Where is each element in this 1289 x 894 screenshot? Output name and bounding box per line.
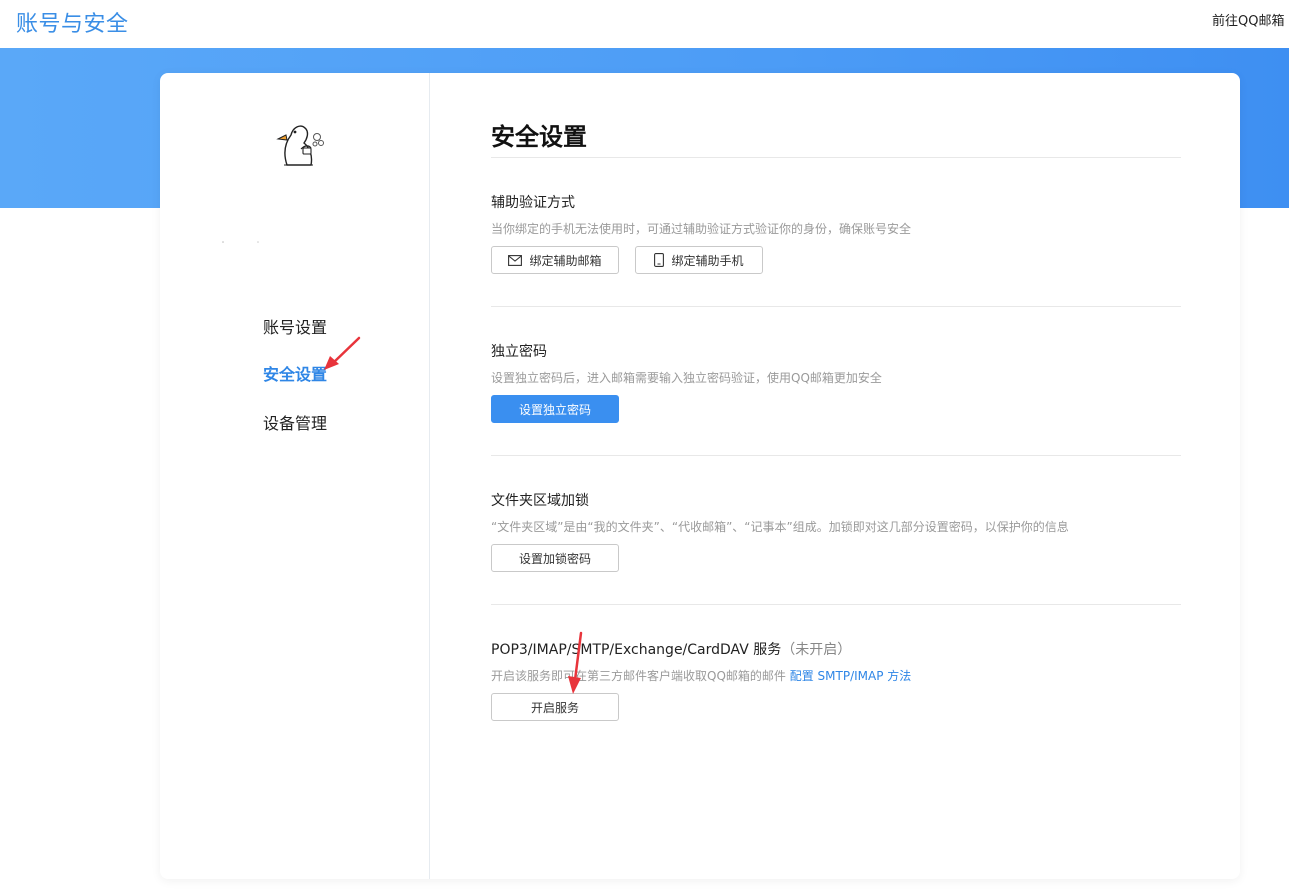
button-label: 设置独立密码 <box>518 402 591 417</box>
button-label: 开启服务 <box>530 700 579 715</box>
service-description: 开启该服务即可在第三方邮件客户端收取QQ邮箱的邮件 <box>491 669 786 683</box>
phone-icon <box>654 253 665 267</box>
section-description: 当你绑定的手机无法使用时，可通过辅助验证方式验证你的身份，确保账号安全 <box>491 222 912 236</box>
top-bar: 账号与安全 前往QQ邮箱 <box>0 0 1289 48</box>
divider <box>491 157 1181 158</box>
section-secondary-verification: 辅助验证方式 当你绑定的手机无法使用时，可通过辅助验证方式验证你的身份，确保账号… <box>491 192 1181 237</box>
section-folder-lock: 文件夹区域加锁 “文件夹区域”是由“我的文件夹”、“代收邮箱”、“记事本”组成。… <box>491 490 1181 535</box>
section-pop3-imap-service: POP3/IMAP/SMTP/Exchange/CardDAV 服务（未开启） … <box>491 639 1181 684</box>
section-title: POP3/IMAP/SMTP/Exchange/CardDAV 服务（未开启） <box>491 639 1181 659</box>
divider <box>491 455 1181 456</box>
enable-service-button[interactable]: 开启服务 <box>491 693 619 721</box>
annotation-arrow-icon <box>324 336 361 370</box>
section-description: “文件夹区域”是由“我的文件夹”、“代收邮箱”、“记事本”组成。加锁即对这几部分… <box>491 520 1069 534</box>
bind-backup-email-button[interactable]: 绑定辅助邮箱 <box>491 246 619 274</box>
configure-smtp-imap-link[interactable]: 配置 SMTP/IMAP 方法 <box>790 669 912 683</box>
annotation-arrow-icon <box>568 631 583 694</box>
main-content: 安全设置 辅助验证方式 当你绑定的手机无法使用时，可通过辅助验证方式验证你的身份… <box>491 73 1181 879</box>
sidebar-item-account-settings[interactable]: 账号设置 <box>263 314 327 338</box>
sidebar-item-device-management[interactable]: 设备管理 <box>263 410 327 434</box>
set-lock-password-button[interactable]: 设置加锁密码 <box>491 544 619 572</box>
sidebar: 账号设置 安全设置 设备管理 <box>160 73 430 879</box>
go-to-qq-mail-link[interactable]: 前往QQ邮箱 <box>1212 10 1289 29</box>
button-label: 绑定辅助邮箱 <box>529 253 602 268</box>
section-title: 独立密码 <box>491 344 547 360</box>
service-status: （未开启） <box>781 642 852 658</box>
section-independent-password: 独立密码 设置独立密码后，进入邮箱需要输入独立密码验证，使用QQ邮箱更加安全 <box>491 341 1181 386</box>
settings-card: 账号设置 安全设置 设备管理 安全设置 辅助验证方式 当你绑定的手机无法使用时，… <box>160 73 1240 879</box>
page-title: 安全设置 <box>491 123 587 151</box>
app-title: 账号与安全 <box>16 12 129 37</box>
decorative-specks <box>222 241 259 243</box>
set-independent-password-button[interactable]: 设置独立密码 <box>491 395 619 423</box>
avatar[interactable] <box>273 113 333 173</box>
section-title: 文件夹区域加锁 <box>491 493 589 509</box>
bind-backup-phone-button[interactable]: 绑定辅助手机 <box>635 246 763 274</box>
button-label: 设置加锁密码 <box>518 551 591 566</box>
button-label: 绑定辅助手机 <box>671 253 744 268</box>
sidebar-item-security-settings[interactable]: 安全设置 <box>263 361 327 385</box>
divider <box>491 604 1181 605</box>
section-description: 设置独立密码后，进入邮箱需要输入独立密码验证，使用QQ邮箱更加安全 <box>491 371 882 385</box>
duck-avatar-icon <box>276 125 324 166</box>
service-title: POP3/IMAP/SMTP/Exchange/CardDAV 服务 <box>491 642 782 658</box>
divider <box>491 306 1181 307</box>
mail-icon <box>508 254 523 266</box>
section-description: 开启该服务即可在第三方邮件客户端收取QQ邮箱的邮件 配置 SMTP/IMAP 方… <box>491 667 1181 684</box>
section-title: 辅助验证方式 <box>491 195 575 211</box>
